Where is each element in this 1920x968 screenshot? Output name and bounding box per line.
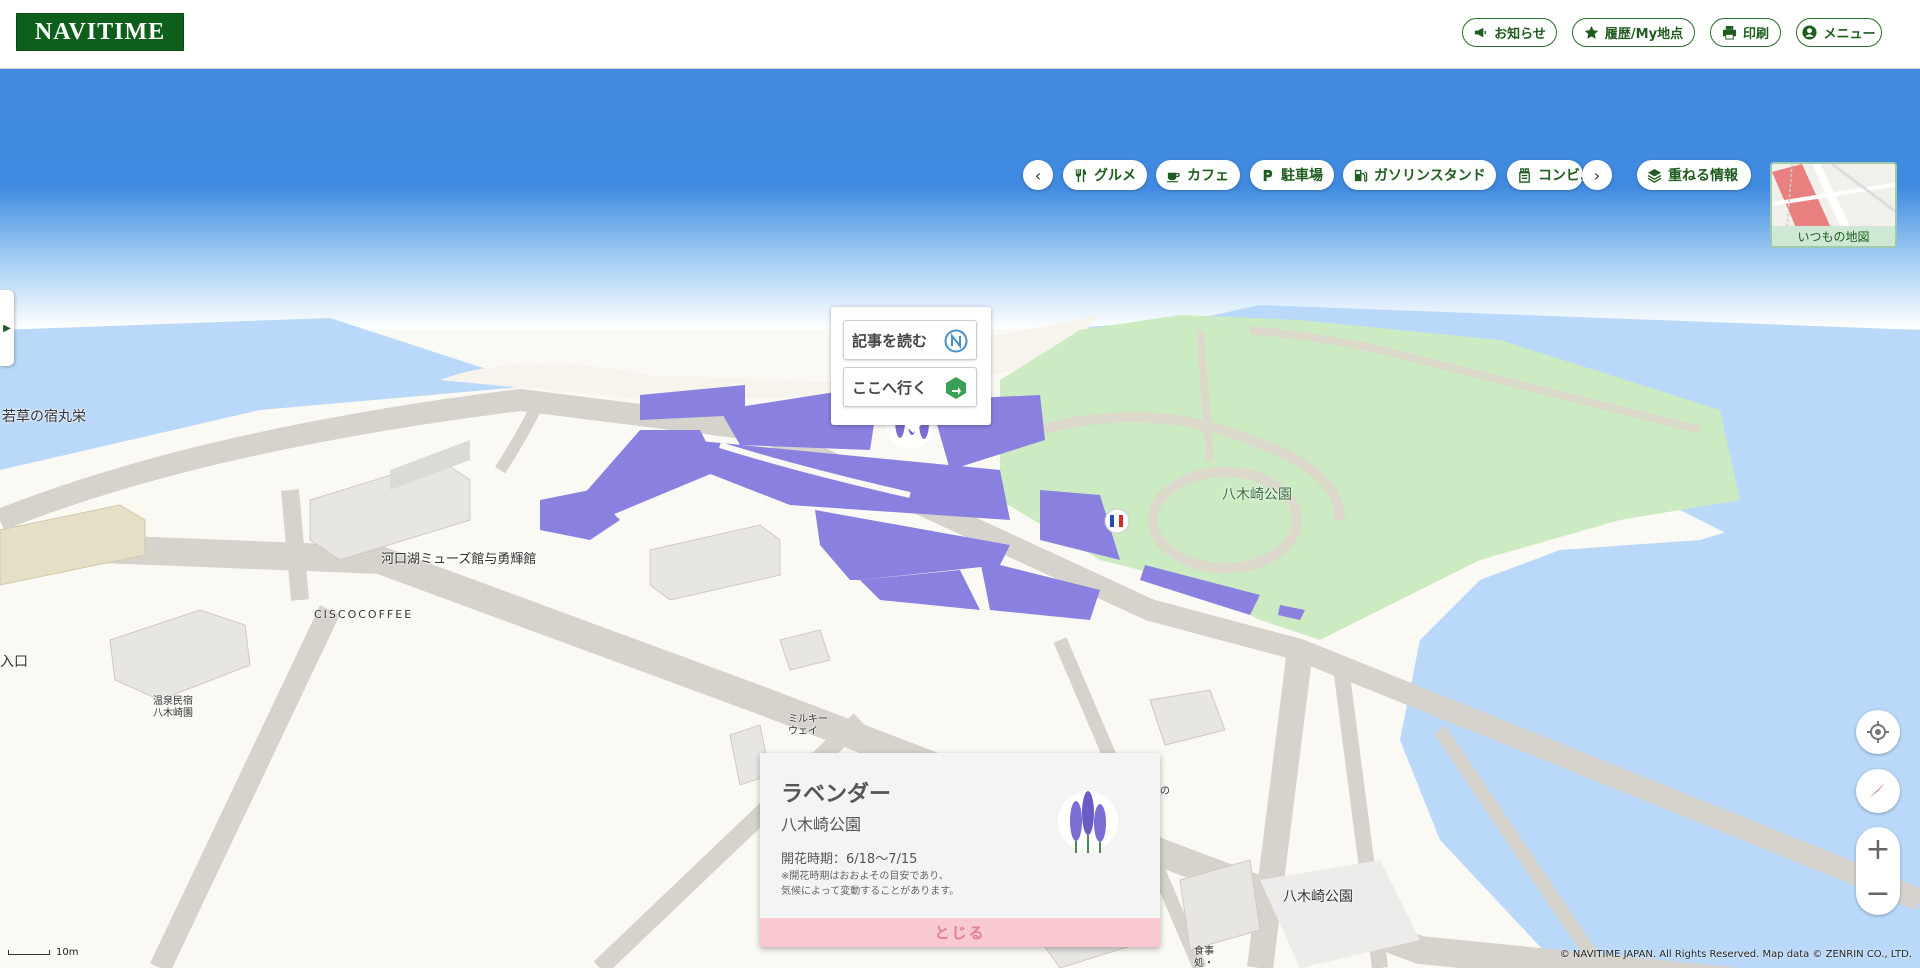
zoom-out-button[interactable]: − xyxy=(1856,871,1900,915)
scale-bar xyxy=(8,950,50,955)
current-location-button[interactable] xyxy=(1856,710,1900,754)
printer-icon xyxy=(1722,25,1737,40)
history-label: 履歴/My地点 xyxy=(1604,27,1684,42)
poi-chip-cafe[interactable]: カフェ xyxy=(1156,160,1240,190)
poi-chip-label: 駐車場 xyxy=(1281,168,1323,184)
poi-chip-convenience[interactable]: コンビニ xyxy=(1507,160,1583,190)
bloom-period: 開花時期：6/18～7/15 xyxy=(781,852,918,867)
poi-chip-parking[interactable]: 駐車場 xyxy=(1250,160,1334,190)
user-icon xyxy=(1802,25,1818,40)
poi-chip-label: ガソリンスタンド xyxy=(1374,168,1486,184)
menu-label: メニュー xyxy=(1823,27,1876,42)
poi-chip-gourmet[interactable]: グルメ xyxy=(1063,160,1147,190)
overlay-info-button[interactable]: 重ねる情報 xyxy=(1637,160,1751,190)
map-thumbnail-image xyxy=(1772,164,1895,231)
layers-icon xyxy=(1647,168,1662,183)
crosshair-icon xyxy=(1867,721,1889,743)
triangle-right-icon: ▶ xyxy=(3,322,11,334)
copyright-text: © NAVITIME JAPAN. All Rights Reserved. M… xyxy=(1559,949,1912,960)
poi-chip-gas-station[interactable]: ガソリンスタンド xyxy=(1343,160,1496,190)
map-label-restaurant[interactable]: 食事 処・ 温泉 旅館 秀水 xyxy=(1194,946,1214,968)
print-label: 印刷 xyxy=(1742,27,1769,42)
map-label-entrance[interactable]: 入口 xyxy=(0,651,28,671)
bloom-note-line2: 気候によって変動することがあります。 xyxy=(781,886,960,897)
overlay-info-label: 重ねる情報 xyxy=(1668,168,1738,184)
parking-icon xyxy=(1263,169,1273,181)
side-panel-toggle[interactable]: ▶ xyxy=(0,290,14,366)
flower-place: 八木崎公園 xyxy=(781,815,862,834)
map-label-museum[interactable]: 河口湖ミューズ館与勇輝館 xyxy=(381,548,536,567)
star-icon xyxy=(1584,25,1599,39)
navitime-logo[interactable]: NAVITIME xyxy=(16,13,184,51)
go-here-button[interactable]: ここへ行く xyxy=(843,367,977,407)
flower-name: ラベンダー xyxy=(781,782,892,807)
map-canvas[interactable]: ‹ グルメ カフェ 駐車場 ガソリンスタンド コンビニ › 重ねる情報 いつもの… xyxy=(0,69,1920,968)
zoom-control: + − xyxy=(1856,827,1900,915)
map-label-minshuku[interactable]: 温泉民宿 八木崎園 xyxy=(153,696,193,720)
map-label-park-bottom[interactable]: 八木崎公園 xyxy=(1283,886,1353,906)
map-label-park-top[interactable]: 八木崎公園 xyxy=(1222,484,1292,504)
poi-chip-label: コンビニ xyxy=(1538,168,1583,184)
poi-chip-label: カフェ xyxy=(1187,168,1229,184)
map-style-switch[interactable]: いつもの地図 xyxy=(1770,162,1897,248)
convenience-store-icon xyxy=(1519,167,1530,183)
map-label-wakakusa[interactable]: 若草の宿丸栄 xyxy=(2,406,86,426)
bloom-note: ※開花時期はおおよその目安であり、 気候によって変動することがあります。 xyxy=(781,869,959,899)
gas-station-icon xyxy=(1354,169,1368,182)
lavender-icon xyxy=(1058,791,1118,853)
spot-popup-menu: 記事を読む ここへ行く xyxy=(831,307,991,433)
navitime-article-icon xyxy=(944,329,968,353)
map-label-ciscocoffee[interactable]: CISCOCOFFEE xyxy=(314,608,413,621)
poi-prev-button[interactable]: ‹ xyxy=(1023,160,1053,190)
map-style-label: いつもの地図 xyxy=(1772,226,1895,246)
flower-info-card: ラベンダー 八木崎公園 開花時期：6/18～7/15 ※開花時期はおおよその目安… xyxy=(760,753,1160,947)
coffee-cup-icon xyxy=(1166,172,1180,182)
news-button[interactable]: お知らせ xyxy=(1462,18,1557,47)
read-article-button[interactable]: 記事を読む xyxy=(843,320,977,360)
fork-knife-icon xyxy=(1075,168,1087,182)
poi-chip-label: グルメ xyxy=(1094,168,1136,184)
route-sign-icon xyxy=(946,377,966,399)
map-label-partial: の xyxy=(1160,786,1170,797)
news-label: お知らせ xyxy=(1494,27,1546,42)
bloom-note-line1: ※開花時期はおおよその目安であり、 xyxy=(781,871,949,882)
go-here-label: ここへ行く xyxy=(852,378,928,397)
history-button[interactable]: 履歴/My地点 xyxy=(1572,18,1695,47)
compass-button[interactable] xyxy=(1856,769,1900,813)
menu-button[interactable]: メニュー xyxy=(1796,18,1882,47)
map-label-milky-way[interactable]: ミルキー ウェイ xyxy=(788,714,828,738)
megaphone-icon xyxy=(1475,27,1487,38)
zoom-in-button[interactable]: + xyxy=(1856,827,1900,871)
close-card-button[interactable]: とじる xyxy=(760,918,1160,947)
restroom-icon xyxy=(1104,508,1130,534)
header: NAVITIME お知らせ 履歴/My地点 印刷 メニュー xyxy=(0,0,1920,69)
map-scale: 10m xyxy=(8,947,78,958)
poi-next-button[interactable]: › xyxy=(1582,160,1612,190)
print-button[interactable]: 印刷 xyxy=(1710,18,1781,47)
read-article-label: 記事を読む xyxy=(852,331,928,350)
compass-icon xyxy=(1869,783,1885,798)
scale-label: 10m xyxy=(56,947,79,958)
